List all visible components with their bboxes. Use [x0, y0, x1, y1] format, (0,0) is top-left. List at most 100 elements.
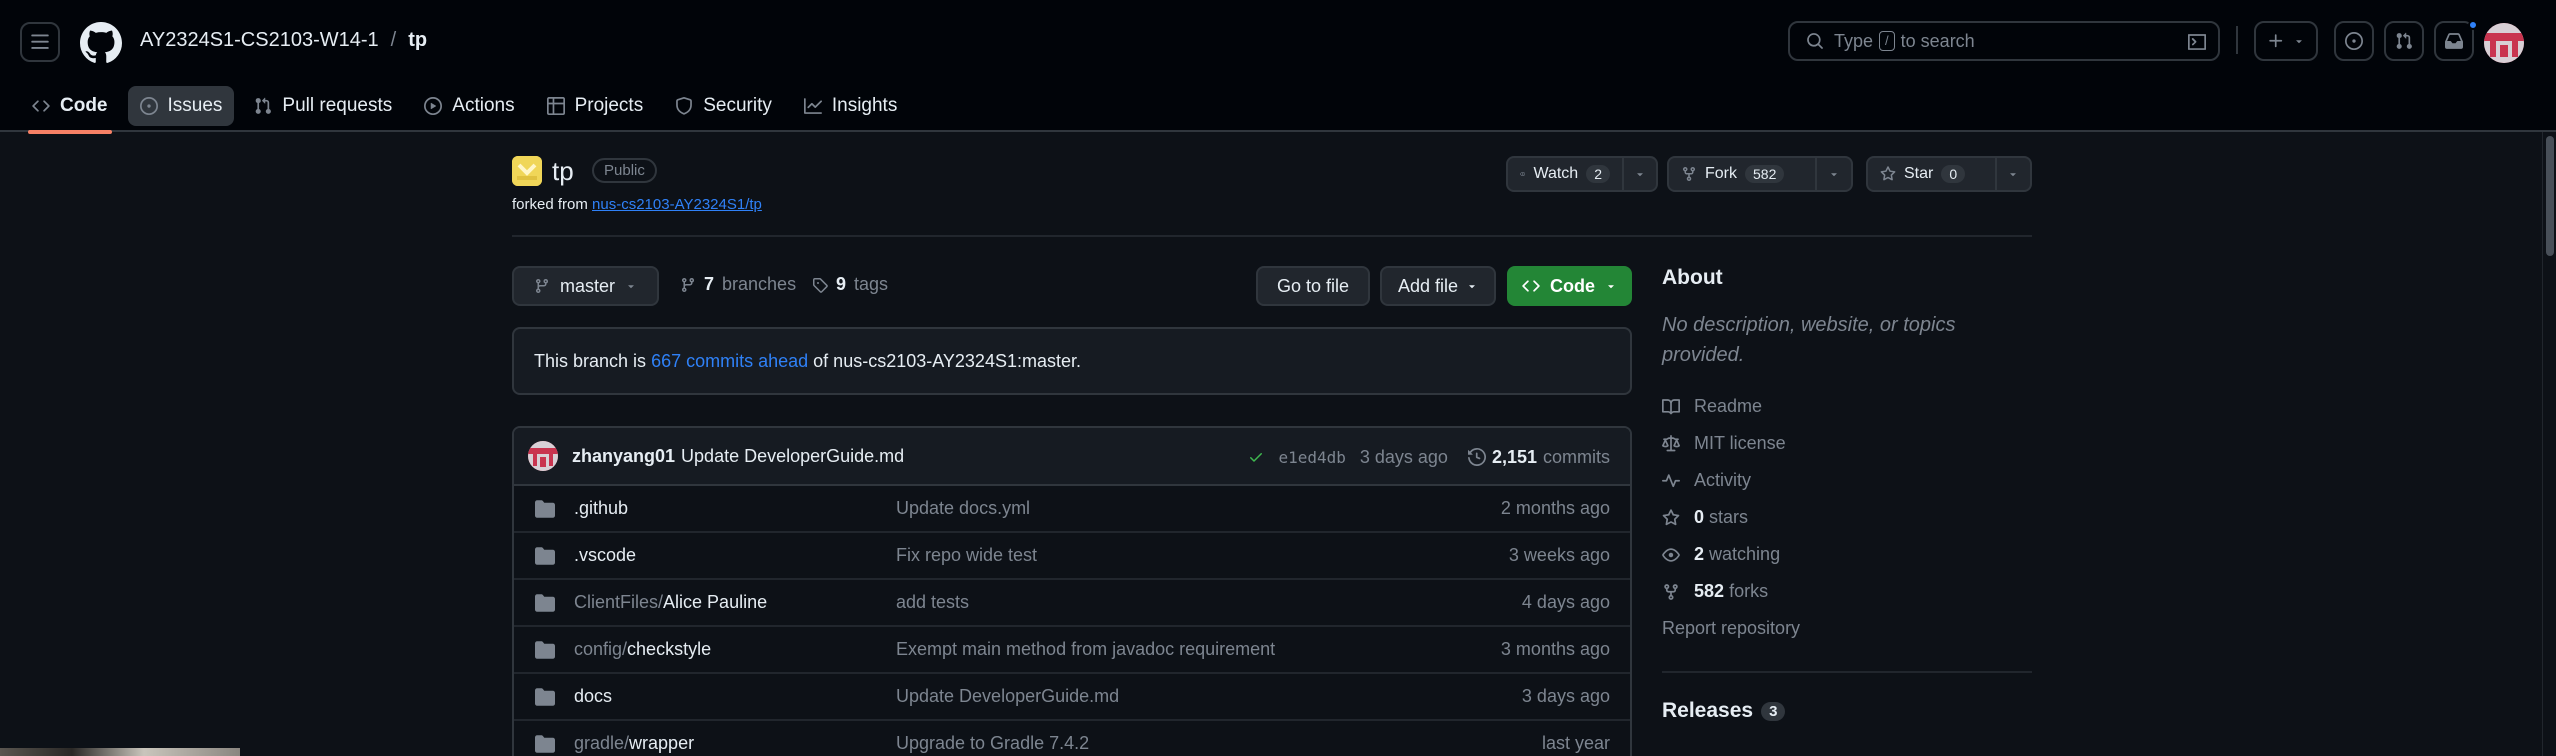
git-branch-icon	[681, 277, 694, 292]
visibility-badge: Public	[592, 158, 657, 183]
tab-code-label: Code	[60, 95, 108, 116]
add-file-label: Add file	[1397, 275, 1459, 296]
user-avatar[interactable]	[2484, 23, 2524, 63]
folder-icon	[535, 500, 555, 518]
file-name[interactable]: config/checkstyle	[574, 639, 711, 660]
stars-link[interactable]: 0 stars	[1662, 499, 2032, 536]
hamburger-icon	[31, 34, 49, 49]
github-logo-icon[interactable]	[80, 22, 122, 64]
tab-insights[interactable]: Insights	[792, 86, 909, 126]
star-dropdown[interactable]	[1997, 158, 2031, 190]
file-commit-message[interactable]: Upgrade to Gradle 7.4.2	[896, 733, 1089, 754]
folder-icon	[535, 594, 555, 612]
star-icon	[1662, 508, 1680, 525]
commits-ahead-link[interactable]: 667 commits ahead	[651, 351, 808, 371]
readme-link[interactable]: Readme	[1662, 388, 2032, 425]
add-file-button[interactable]: Add file	[1380, 266, 1496, 306]
tab-code[interactable]: Code	[20, 86, 120, 134]
star-button[interactable]: Star 0	[1868, 158, 1997, 190]
stars-label: stars	[1709, 507, 1749, 527]
license-link[interactable]: MIT license	[1662, 425, 2032, 462]
watching-link[interactable]: 2 watching	[1662, 536, 2032, 573]
file-row[interactable]: .vscode Fix repo wide test 3 weeks ago	[514, 533, 1630, 580]
tab-insights-label: Insights	[831, 95, 898, 116]
file-commit-message[interactable]: add tests	[896, 592, 969, 613]
branches-link[interactable]: 7 branches	[680, 274, 796, 295]
git-pull-request-icon	[2396, 32, 2412, 49]
owner-link[interactable]: AY2324S1-CS2103-W14-1	[140, 29, 379, 52]
file-row[interactable]: docs Update DeveloperGuide.md 3 days ago	[514, 674, 1630, 721]
report-repository-link[interactable]: Report repository	[1662, 610, 2032, 647]
watch-button-group: Watch 2	[1506, 156, 1658, 192]
play-icon	[424, 97, 443, 115]
tab-actions[interactable]: Actions	[412, 86, 526, 126]
tab-pull-requests[interactable]: Pull requests	[242, 86, 404, 126]
code-icon	[1522, 280, 1540, 292]
inbox-icon	[2445, 33, 2463, 49]
page-scrollbar[interactable]	[2542, 132, 2556, 756]
commit-sha[interactable]: e1ed4db	[1278, 448, 1345, 467]
pull-requests-button[interactable]	[2384, 21, 2424, 61]
file-commit-message[interactable]: Update docs.yml	[896, 498, 1030, 519]
sidebar-divider	[1662, 671, 2032, 673]
file-row[interactable]: gradle/wrapper Upgrade to Gradle 7.4.2 l…	[514, 721, 1630, 756]
file-commit-date: 2 months ago	[1500, 498, 1610, 518]
tab-issues[interactable]: Issues	[127, 86, 235, 126]
file-commit-message[interactable]: Update DeveloperGuide.md	[896, 686, 1119, 707]
forked-from-link[interactable]: nus-cs2103-AY2324S1/tp	[592, 196, 762, 213]
graph-icon	[803, 98, 822, 114]
tab-security[interactable]: Security	[663, 86, 784, 126]
issues-button[interactable]	[2334, 21, 2374, 61]
file-commit-message[interactable]: Fix repo wide test	[896, 545, 1037, 566]
watch-label: Watch	[1533, 165, 1579, 182]
tab-projects[interactable]: Projects	[535, 86, 656, 126]
file-name[interactable]: .vscode	[574, 545, 636, 566]
activity-label: Activity	[1694, 470, 1752, 490]
file-row[interactable]: .github Update docs.yml 2 months ago	[514, 486, 1630, 533]
ahead-suffix: of nus-cs2103-AY2324S1:master.	[813, 351, 1081, 371]
commit-author-avatar[interactable]	[528, 441, 558, 471]
watch-button[interactable]: Watch 2	[1508, 158, 1624, 190]
file-name[interactable]: docs	[574, 686, 612, 707]
branch-select-button[interactable]: master	[512, 266, 660, 306]
tab-pull-requests-label: Pull requests	[282, 95, 393, 116]
divider	[512, 235, 2032, 237]
fork-button[interactable]: Fork 582	[1669, 158, 1818, 190]
repo-owner-avatar[interactable]	[512, 156, 542, 186]
forks-link[interactable]: 582 forks	[1662, 573, 2032, 610]
eye-icon	[1662, 547, 1680, 562]
search-placeholder-pre: Type	[1834, 30, 1874, 51]
menu-button[interactable]	[20, 22, 60, 62]
activity-link[interactable]: Activity	[1662, 462, 2032, 499]
fork-dropdown[interactable]	[1817, 158, 1851, 190]
scrollbar-thumb[interactable]	[2546, 136, 2554, 256]
check-icon[interactable]	[1248, 449, 1264, 465]
fork-count: 582	[1745, 165, 1785, 183]
file-name[interactable]: gradle/wrapper	[574, 733, 694, 754]
file-row[interactable]: config/checkstyle Exempt main method fro…	[514, 627, 1630, 674]
repo-name[interactable]: tp	[552, 156, 574, 187]
file-commit-message[interactable]: Exempt main method from javadoc requirem…	[896, 639, 1275, 660]
go-to-file-button[interactable]: Go to file	[1256, 266, 1370, 306]
commits-history-link[interactable]: 2,151 commits	[1467, 447, 1610, 468]
commit-message[interactable]: Update DeveloperGuide.md	[681, 446, 904, 467]
watch-count: 2	[1586, 165, 1610, 183]
releases-heading[interactable]: Releases 3	[1662, 699, 2032, 723]
search-input[interactable]: Type / to search	[1788, 21, 2220, 61]
file-name[interactable]: ClientFiles/Alice Pauline	[574, 592, 767, 613]
branches-count: 7	[704, 274, 715, 294]
search-icon	[1807, 33, 1823, 49]
repo-link[interactable]: tp	[408, 29, 427, 52]
create-new-button[interactable]	[2254, 21, 2318, 61]
watch-dropdown[interactable]	[1624, 158, 1656, 190]
file-row[interactable]: ClientFiles/Alice Pauline add tests 4 da…	[514, 580, 1630, 627]
git-branch-icon	[535, 279, 548, 294]
commit-author[interactable]: zhanyang01	[572, 446, 675, 467]
command-palette-icon[interactable]	[2188, 33, 2206, 51]
caret-down-icon	[2010, 173, 2016, 177]
tags-link[interactable]: 9 tags	[812, 274, 888, 295]
about-sidebar: About No description, website, or topics…	[1662, 266, 2032, 723]
caret-down-icon	[1637, 173, 1643, 177]
file-name[interactable]: .github	[574, 498, 628, 519]
code-download-button[interactable]: Code	[1507, 266, 1632, 306]
